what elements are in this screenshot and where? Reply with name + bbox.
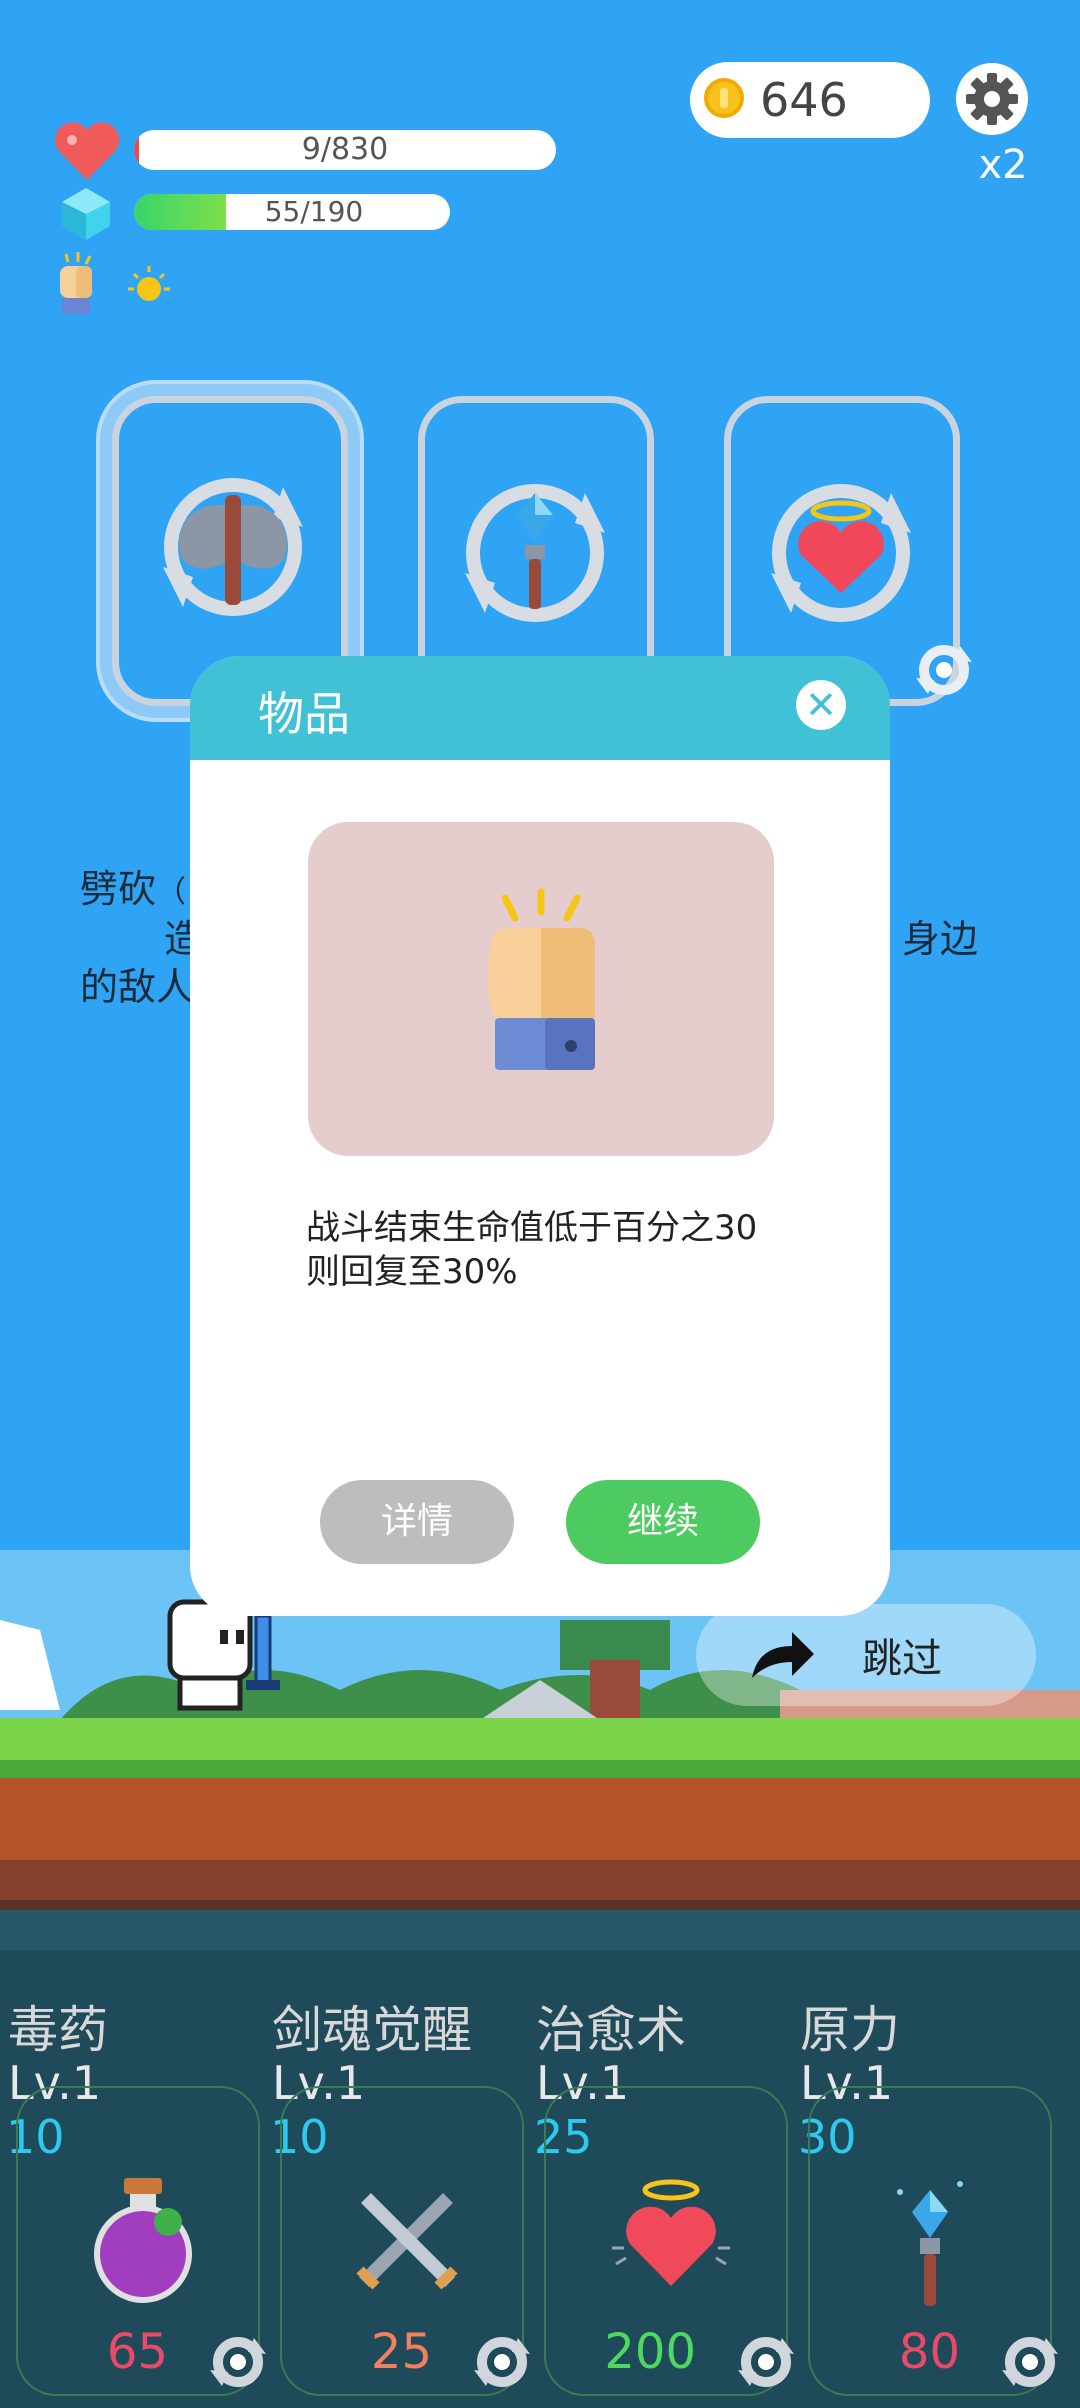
refresh-icon[interactable] <box>208 2332 268 2392</box>
refresh-icon[interactable] <box>1000 2332 1060 2392</box>
skill-count: 80 <box>898 2324 960 2380</box>
item-image-frame <box>308 822 774 1156</box>
scene-dirt <box>0 1778 1080 1868</box>
mana-crystal-icon <box>62 188 110 240</box>
skill-count: 65 <box>106 2324 168 2380</box>
raised-fist-icon <box>487 888 595 1070</box>
skill-name: 毒药 <box>8 2001 108 2059</box>
crystal-staff-icon <box>465 484 605 622</box>
battle-axe-icon <box>163 478 303 616</box>
sun-buff-icon <box>128 266 170 301</box>
heal-heart-icon <box>612 2179 730 2286</box>
hp-value: 9/830 <box>301 132 389 167</box>
mp-bar-fill <box>134 194 226 230</box>
item-dialog: 物品 ✕ 战斗结束生命值低于百分之30则回复至30% 详情 继续 <box>190 656 890 1616</box>
skip-arrow-icon[interactable] <box>748 1626 818 1682</box>
coin-value: 646 <box>760 73 848 127</box>
skill-name-sword[interactable]: 剑魂觉醒 <box>272 1990 472 2062</box>
hp-bar: 9/830 <box>134 130 556 170</box>
continue-button[interactable]: 继续 <box>566 1480 760 1564</box>
mp-bar: 55/190 <box>134 194 450 230</box>
mp-value: 55/190 <box>264 195 364 228</box>
skill-poison[interactable]: 毒药 <box>8 1990 108 2062</box>
crystal-wand-icon <box>897 2181 963 2306</box>
skip-label[interactable]: 跳过 <box>862 1626 942 1684</box>
refresh-icon[interactable] <box>472 2332 532 2392</box>
detail-button[interactable]: 详情 <box>320 1480 514 1564</box>
skill-count: 200 <box>604 2324 696 2380</box>
crossed-swords-icon <box>356 2193 458 2290</box>
skill-panel-top <box>0 1910 1080 1950</box>
scene-grass-edge <box>0 1760 1080 1778</box>
angel-heart-icon <box>771 484 911 622</box>
bg-desc-line1: 劈砍（ <box>80 858 186 913</box>
gear-icon[interactable] <box>955 62 1029 136</box>
heart-icon <box>54 122 120 180</box>
skill-name-heal[interactable]: 治愈术 <box>536 1990 686 2062</box>
fist-buff-icon <box>60 252 92 314</box>
poison-potion-icon <box>94 2178 192 2303</box>
skill-count: 25 <box>370 2324 432 2380</box>
bg-desc-line1-paren: （ <box>156 875 187 910</box>
bg-desc-line1-text: 劈砍 <box>80 867 157 911</box>
skill-name-force[interactable]: 原力 <box>800 1990 900 2062</box>
bg-desc-line2-right: 身边 <box>902 917 979 961</box>
speed-multiplier[interactable]: x2 <box>968 142 1038 188</box>
refresh-icon[interactable] <box>736 2332 796 2392</box>
refresh-icon[interactable] <box>914 640 974 700</box>
item-description: 战斗结束生命值低于百分之30则回复至30% <box>306 1208 758 1292</box>
coin-icon <box>704 78 744 118</box>
dialog-title: 物品 <box>258 687 350 741</box>
bg-desc-line3: 的敌人 <box>80 965 195 1009</box>
close-icon[interactable]: ✕ <box>796 680 846 730</box>
